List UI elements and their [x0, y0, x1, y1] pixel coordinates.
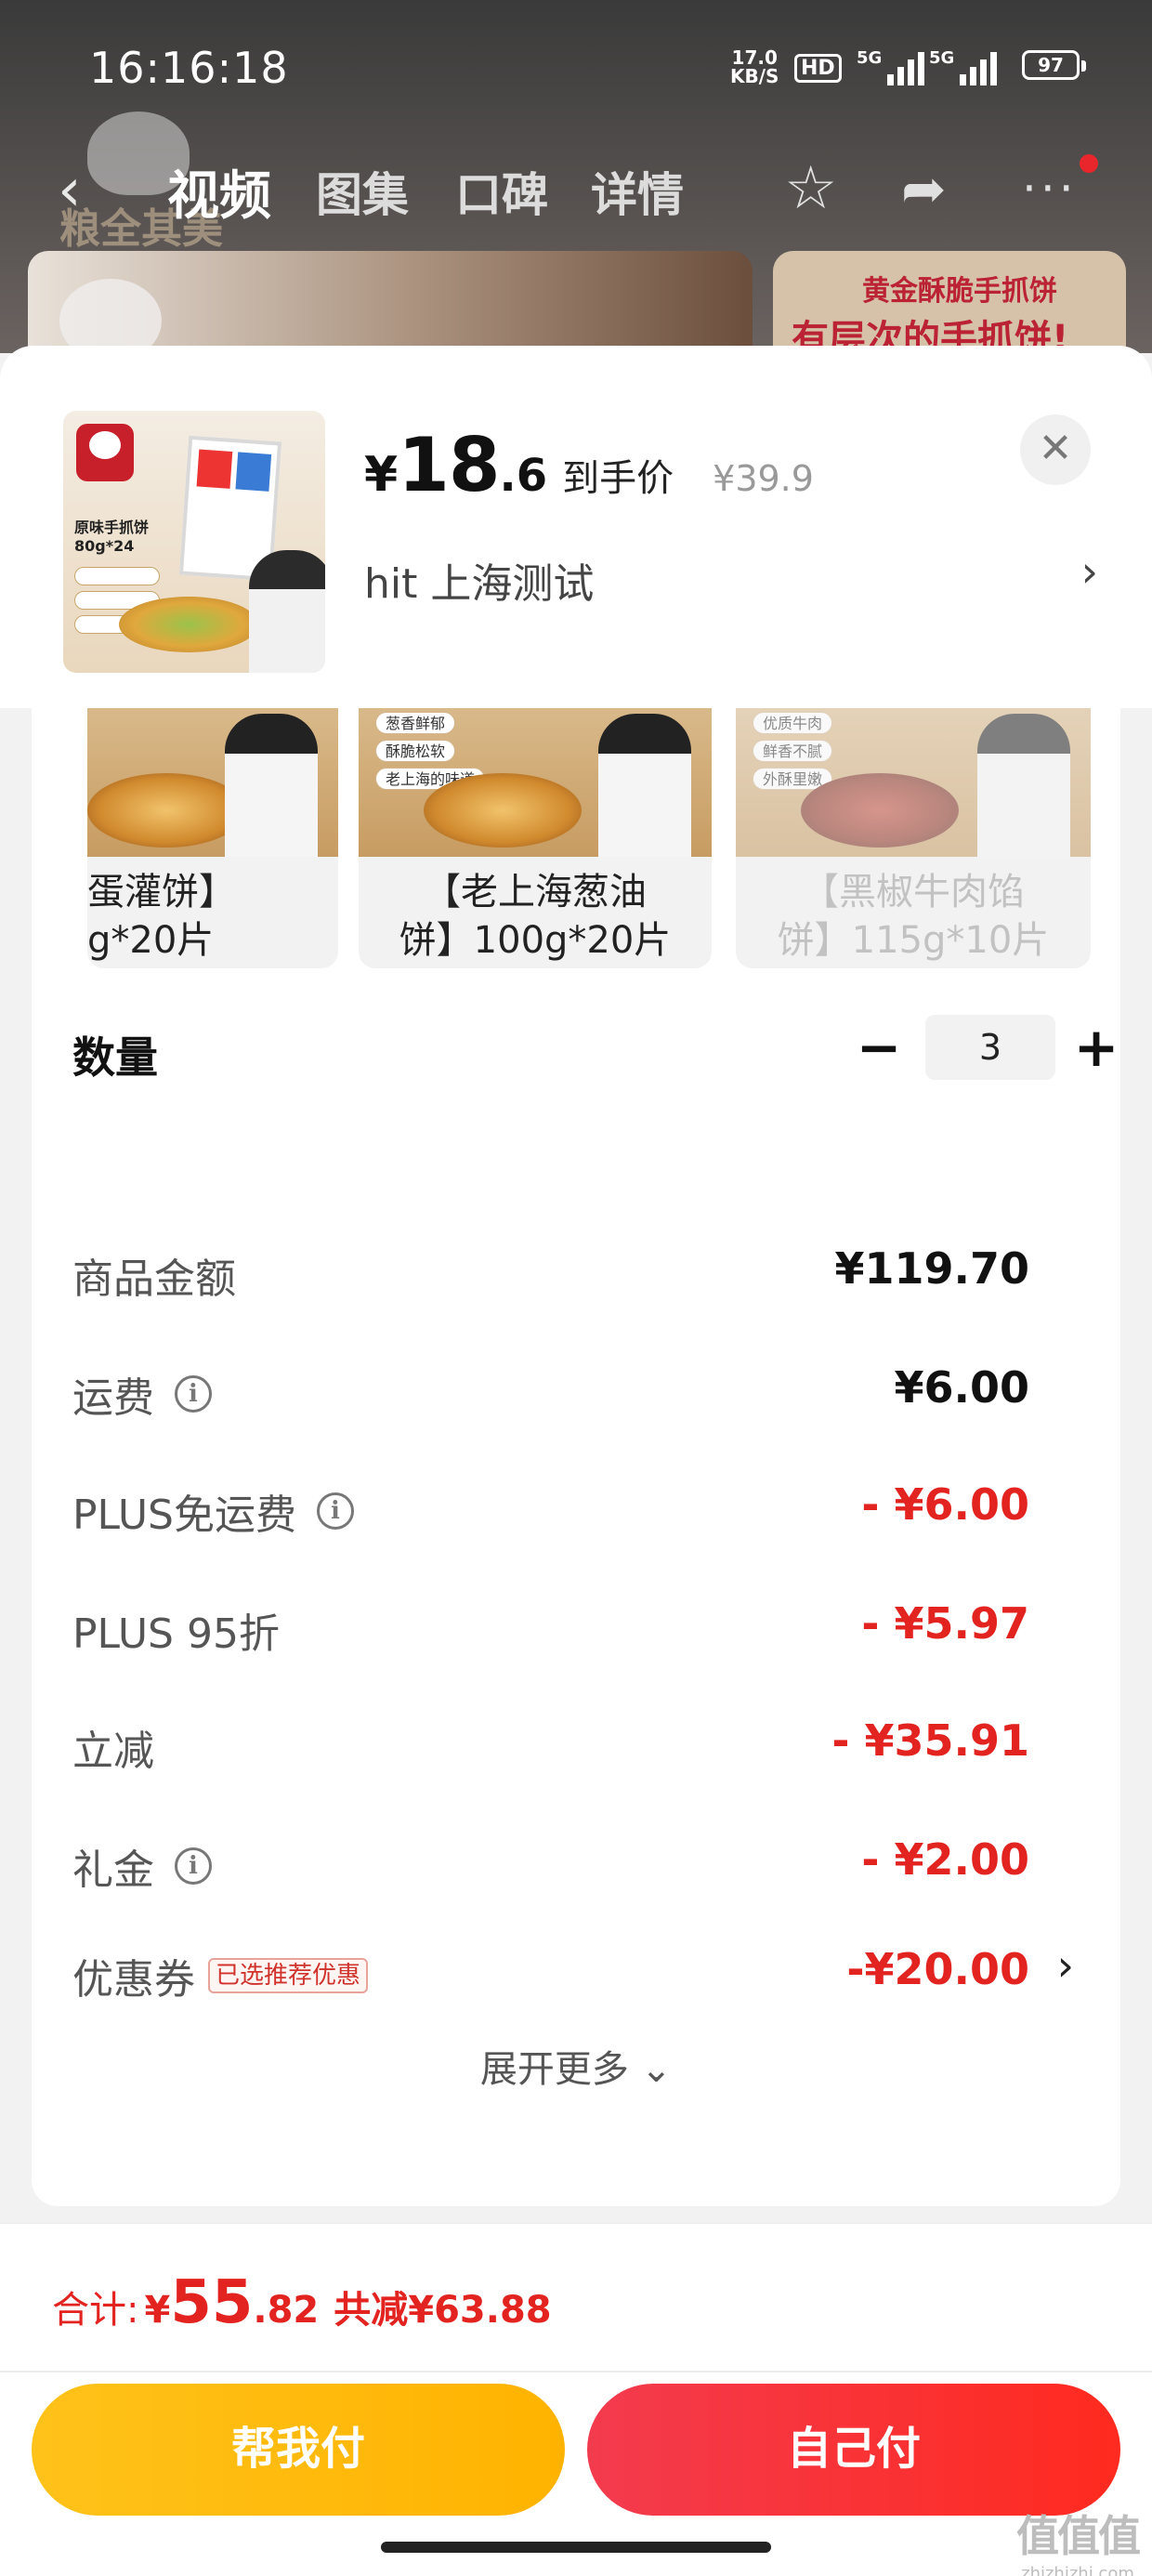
star-icon[interactable]: ☆	[784, 156, 837, 221]
fee-breakdown-card: 商品金额 ¥119.70 运费 i ¥6.00 PLUS免运费 i - ¥6.00 …	[32, 1184, 1120, 2206]
watermark: 值值值 zhizhizhi.com	[1016, 2511, 1141, 2576]
chevron-down-icon: ⌄	[640, 2048, 673, 2091]
expand-more-button[interactable]: 展开更多 ⌄	[32, 2039, 1120, 2093]
fee-label: 运费	[72, 1374, 154, 1422]
fee-row-shipping: 运费 i ¥6.00	[72, 1353, 1076, 1427]
back-icon[interactable]: ‹	[58, 158, 110, 223]
thumb-chip	[74, 567, 160, 585]
chevron-right-icon: ›	[1080, 546, 1098, 597]
tab-gallery[interactable]: 图集	[316, 158, 409, 225]
fee-label: 立减	[72, 1728, 154, 1775]
variant-option-disabled[interactable]: 优质牛肉 鲜香不腻 外酥里嫩 【黑椒牛肉馅 饼】115g*10片	[736, 708, 1091, 968]
status-time: 16:16:18	[89, 43, 289, 93]
battery-icon: 97	[1022, 50, 1086, 80]
food-image	[119, 597, 258, 652]
variant-name: 蛋灌饼】 g*20片	[87, 871, 236, 962]
fee-row-plus-free-shipping: PLUS免运费 i - ¥6.00	[72, 1470, 1076, 1544]
variant-image	[87, 708, 338, 857]
variant-name: 【黑椒牛肉馅 饼】115g*10片	[777, 871, 1050, 962]
more-icon[interactable]: ···	[1022, 156, 1078, 221]
total-savings: 共减¥63.88	[334, 2289, 552, 2332]
price-decimal: .6	[499, 450, 548, 502]
thumb-title: 原味手抓饼 80g*24	[74, 519, 150, 555]
network-speed: 17.0 KB/S	[730, 46, 779, 87]
fee-label: PLUS 95折	[72, 1610, 280, 1658]
fee-row-goods-amount: 商品金额 ¥119.70	[72, 1234, 1076, 1308]
address-selector[interactable]: hit 上海测试 ›	[364, 543, 1098, 608]
coupon-value: -¥20.00	[846, 1944, 1029, 1994]
checkout-footer: 合计: ¥ 55 .82 共减¥63.88 帮我付 自己付 值值值 zhizhi…	[0, 2223, 1152, 2576]
original-price: ¥39.9	[713, 458, 814, 499]
hd-icon: HD	[794, 54, 842, 83]
top-nav: ‹ 视频 图集 口碑 详情 ☆ ➦ ···	[0, 149, 1152, 232]
variant-image: 葱香鲜郁 酥脆松软 老上海的味道	[359, 708, 712, 857]
variant-name: 【老上海葱油 饼】100g*20片	[399, 871, 672, 962]
signal-icon: 5G	[857, 48, 925, 85]
quantity-row: 数量 − 3 +	[72, 1015, 1119, 1089]
variant-option[interactable]: 蛋灌饼】 g*20片	[87, 708, 338, 968]
fee-label: PLUS免运费	[72, 1492, 296, 1539]
variant-image: 优质牛肉 鲜香不腻 外酥里嫩	[736, 708, 1091, 857]
product-thumbnail: 原味手抓饼 80g*24	[63, 411, 325, 673]
fee-value: ¥6.00	[894, 1362, 1029, 1413]
fee-row-gift-money: 礼金 i - ¥2.00	[72, 1825, 1076, 1899]
fee-value: ¥119.70	[834, 1243, 1029, 1294]
info-icon[interactable]: i	[175, 1375, 212, 1413]
tab-reviews[interactable]: 口碑	[455, 158, 548, 225]
home-indicator[interactable]	[381, 2542, 771, 2553]
close-button[interactable]: ✕	[1020, 414, 1091, 485]
sheet-header: 原味手抓饼 80g*24 ¥ 18 .6 到手价 ¥39.9 ✕ hit 上海测试…	[0, 346, 1152, 708]
total-label: 合计:	[52, 2289, 139, 2332]
info-icon[interactable]: i	[175, 1847, 212, 1885]
total-integer: 55	[170, 2268, 254, 2337]
fee-label: 礼金	[72, 1847, 154, 1894]
fee-value: - ¥2.00	[861, 1834, 1029, 1885]
tab-video[interactable]: 视频	[167, 154, 271, 230]
signal-icon-2: 5G	[929, 48, 998, 85]
price-row: ¥ 18 .6 到手价 ¥39.9	[364, 422, 814, 508]
plus-button[interactable]: +	[1070, 1017, 1122, 1082]
divider	[0, 2371, 1152, 2372]
pay-for-me-button[interactable]: 帮我付	[32, 2384, 565, 2516]
status-bar: 16:16:18 17.0 KB/S HD 5G 5G 97	[0, 37, 1152, 102]
total-symbol: ¥	[144, 2289, 171, 2332]
fee-value: - ¥6.00	[861, 1479, 1029, 1530]
price-symbol: ¥	[364, 447, 399, 503]
share-icon[interactable]: ➦	[901, 156, 947, 221]
coupon-label: 优惠券	[72, 1956, 195, 2004]
minus-button[interactable]: −	[853, 1017, 905, 1082]
price-integer: 18	[398, 422, 500, 508]
address-text: hit 上海测试	[364, 560, 595, 608]
coupon-row[interactable]: 优惠券 已选推荐优惠 -¥20.00 ›	[72, 1935, 1076, 2009]
quantity-label: 数量	[72, 1032, 158, 1083]
fee-row-plus-discount: PLUS 95折 - ¥5.97	[72, 1589, 1076, 1663]
fee-row-instant-discount: 立减 - ¥35.91	[72, 1706, 1076, 1781]
fee-value: - ¥35.91	[831, 1715, 1029, 1766]
brand-logo-icon	[76, 424, 134, 481]
variant-option[interactable]: 葱香鲜郁 酥脆松软 老上海的味道 【老上海葱油 饼】100g*20片	[359, 708, 712, 968]
quantity-input[interactable]: 3	[925, 1015, 1055, 1080]
total-decimal: .82	[253, 2289, 320, 2332]
spokesperson-image	[249, 550, 325, 673]
panda-mascot	[59, 279, 162, 353]
tab-details[interactable]: 详情	[591, 158, 684, 225]
fee-value: - ¥5.97	[861, 1598, 1029, 1649]
fee-label: 商品金额	[72, 1255, 236, 1303]
background-product-page: 粮全其美 16:16:18 17.0 KB/S HD 5G 5G 97 ‹ 视频…	[0, 0, 1152, 353]
price-tag: 到手价	[562, 457, 674, 500]
info-icon[interactable]: i	[317, 1492, 354, 1530]
variant-list: 蛋灌饼】 g*20片 葱香鲜郁 酥脆松软 老上海的味道 【老上海葱油 饼】100…	[87, 708, 1091, 968]
notification-dot	[1080, 154, 1098, 173]
coupon-badge: 已选推荐优惠	[208, 1958, 369, 1993]
pay-myself-button[interactable]: 自己付	[587, 2384, 1120, 2516]
chevron-right-icon: ›	[1056, 1940, 1074, 1991]
total-row: 合计: ¥ 55 .82 共减¥63.88	[52, 2268, 552, 2337]
promo-image-card: 黄金酥脆手抓饼 有层次的手抓饼!	[773, 251, 1126, 353]
